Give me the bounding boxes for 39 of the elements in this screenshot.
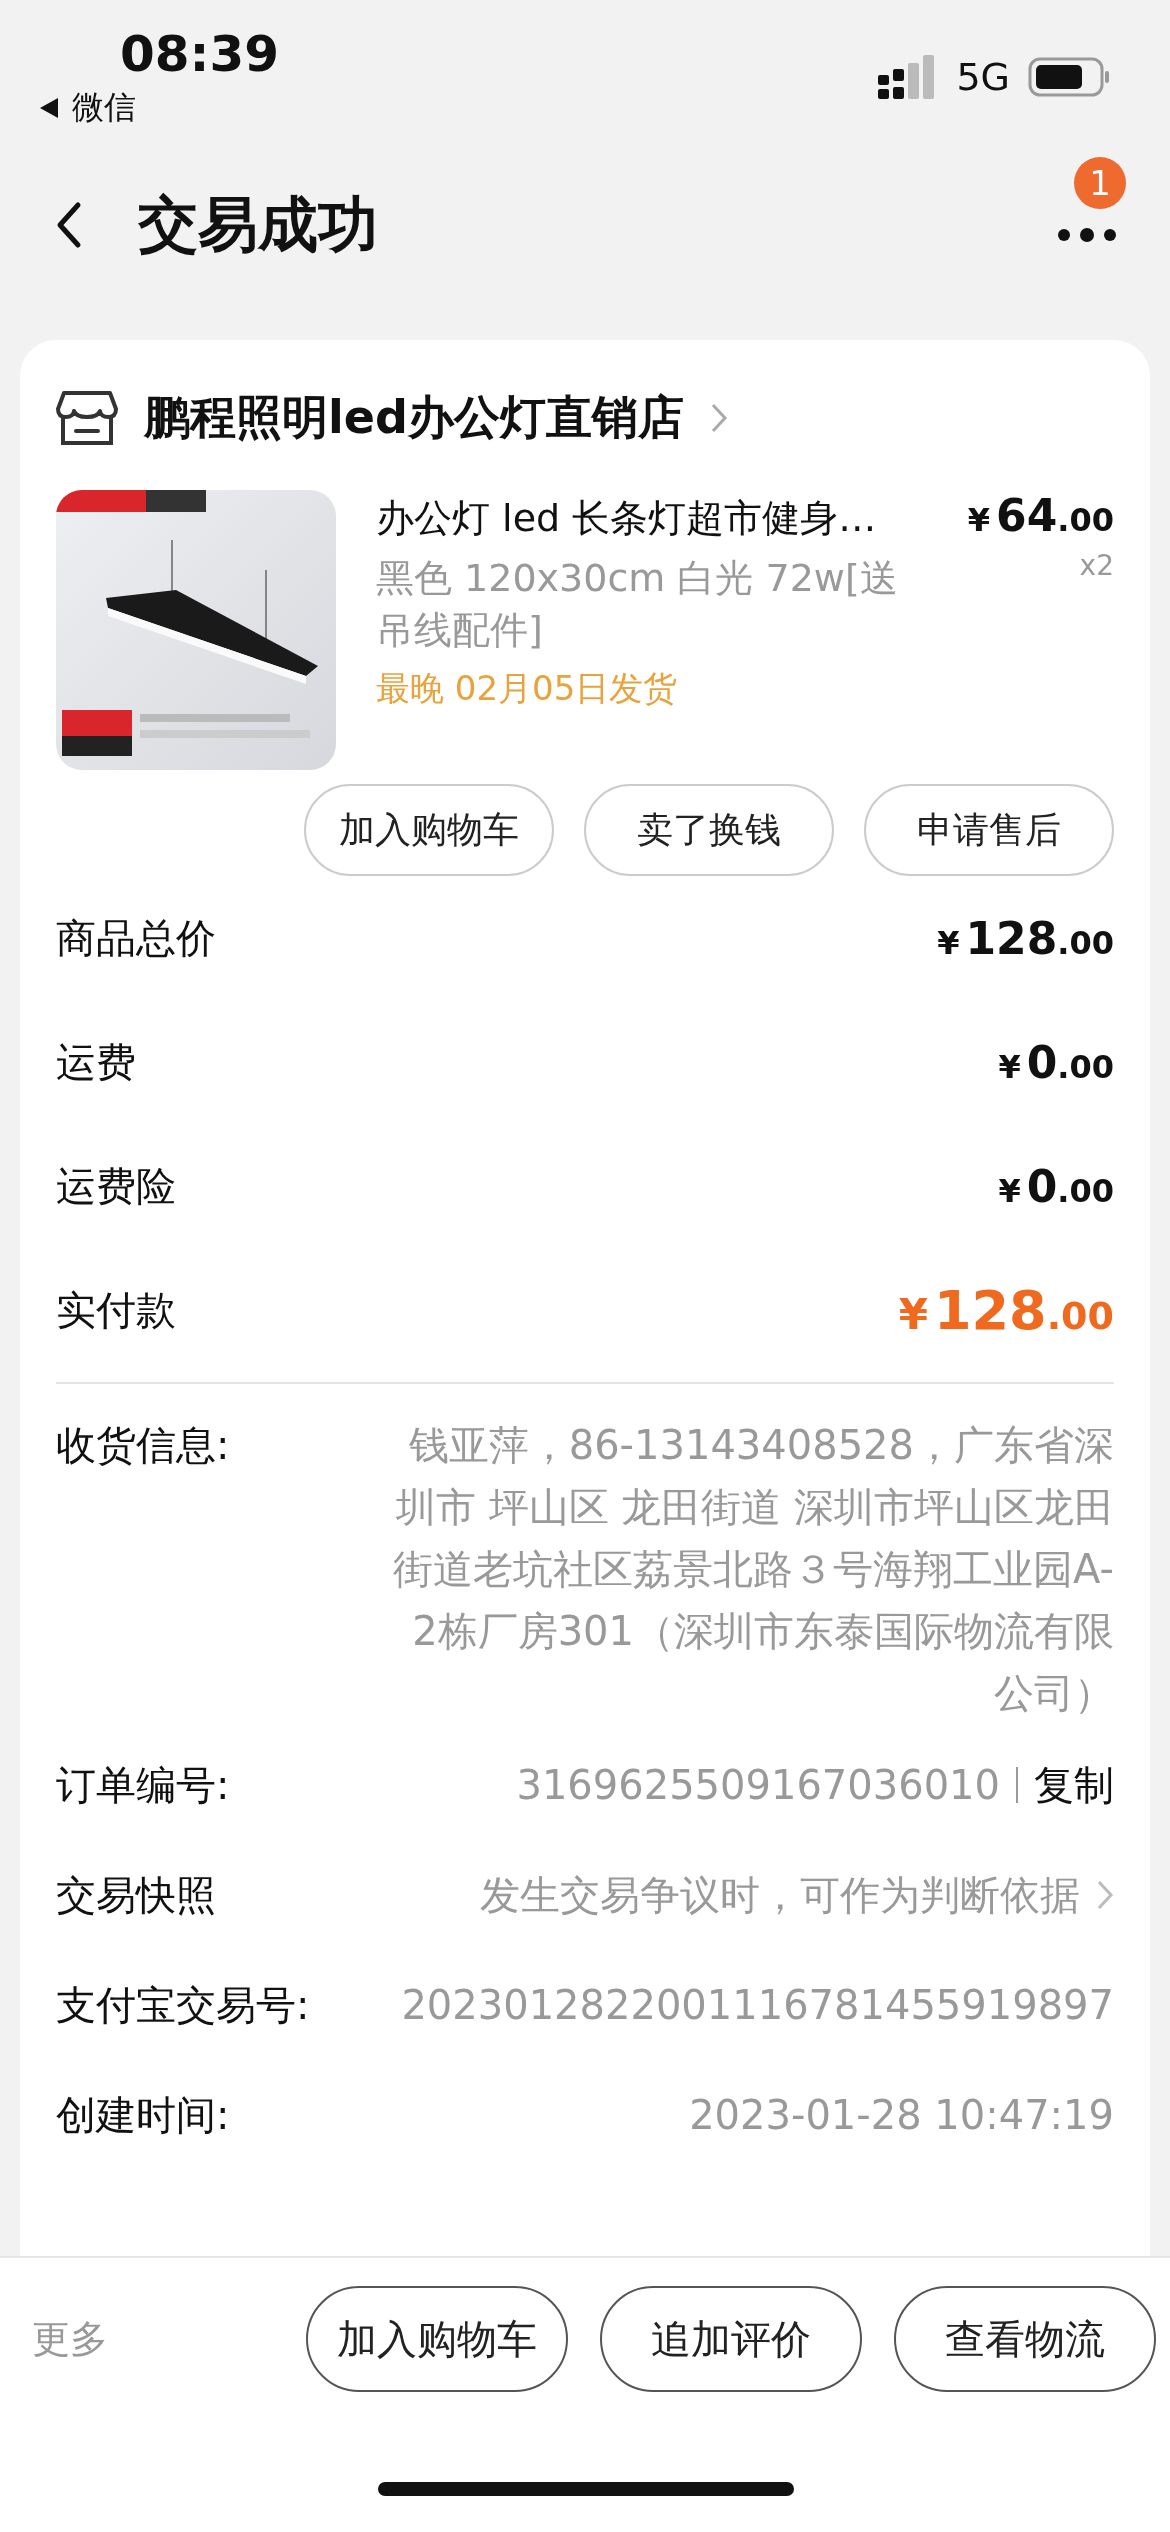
amount-value: ¥0.00 <box>998 1036 1114 1088</box>
bottom-action-button[interactable]: 加入购物车 <box>306 2286 568 2392</box>
product-title[interactable]: 办公灯 led 长条灯超市健身… <box>376 490 928 546</box>
amount-label: 运费 <box>56 1037 136 1087</box>
item-action-button[interactable]: 申请售后 <box>864 784 1114 876</box>
amount-value: ¥128.00 <box>937 912 1114 964</box>
item-action-button[interactable]: 加入购物车 <box>304 784 554 876</box>
bottom-action-button[interactable]: 查看物流 <box>894 2286 1156 2392</box>
unit-price: ¥64.00 <box>967 490 1114 541</box>
product-spec: 黑色 120x30cm 白光 72w[送吊线配件] <box>376 555 899 654</box>
address-text: 钱亚萍，86-13143408528，广东省深圳市 坪山区 龙田街道 深圳市坪山区龙田街道老坑社区荔景北路３号海翔工业园A-2栋厂房301（深圳市东泰国际物流有限公司） <box>392 1421 1114 1718</box>
battery-icon <box>1028 57 1110 97</box>
amount-value: ¥128.00 <box>898 1278 1114 1342</box>
info-label: 支付宝交易号: <box>56 1981 310 2030</box>
copy-link[interactable]: 复制 <box>1034 1754 1114 1816</box>
info-value: 2023-01-28 10:47:19 <box>689 2091 1114 2140</box>
amount-label: 商品总价 <box>56 913 216 963</box>
info-label: 创建时间: <box>56 2091 230 2140</box>
store-icon <box>56 389 118 447</box>
status-time: 08:39 <box>120 24 280 85</box>
amount-value: ¥0.00 <box>998 1160 1114 1212</box>
info-label: 收货信息: <box>56 1421 230 1470</box>
back-app-label[interactable]: 微信 <box>72 86 136 130</box>
back-triangle-icon[interactable] <box>38 96 60 120</box>
amount-label: 运费险 <box>56 1161 176 1211</box>
order-number: 3169625509167036010 <box>516 1761 1000 1810</box>
quantity: x2 <box>1079 549 1114 582</box>
info-value: 2023012822001116781455919897 <box>401 1981 1114 2030</box>
shipping-note: 最晚 02月05日发货 <box>376 667 679 710</box>
page-title: 交易成功 <box>138 187 378 261</box>
bottom-action-button[interactable]: 追加评价 <box>600 2286 862 2392</box>
info-label: 订单编号: <box>56 1761 230 1810</box>
store-name[interactable]: 鹏程照明led办公灯直销店 <box>144 387 684 449</box>
network-label: 5G <box>956 55 1010 99</box>
notification-badge: 1 <box>1074 157 1126 209</box>
info-label: 交易快照 <box>56 1871 216 1920</box>
more-icon[interactable] <box>1056 227 1118 243</box>
item-action-button[interactable]: 卖了换钱 <box>584 784 834 876</box>
amount-label: 实付款 <box>56 1285 176 1335</box>
